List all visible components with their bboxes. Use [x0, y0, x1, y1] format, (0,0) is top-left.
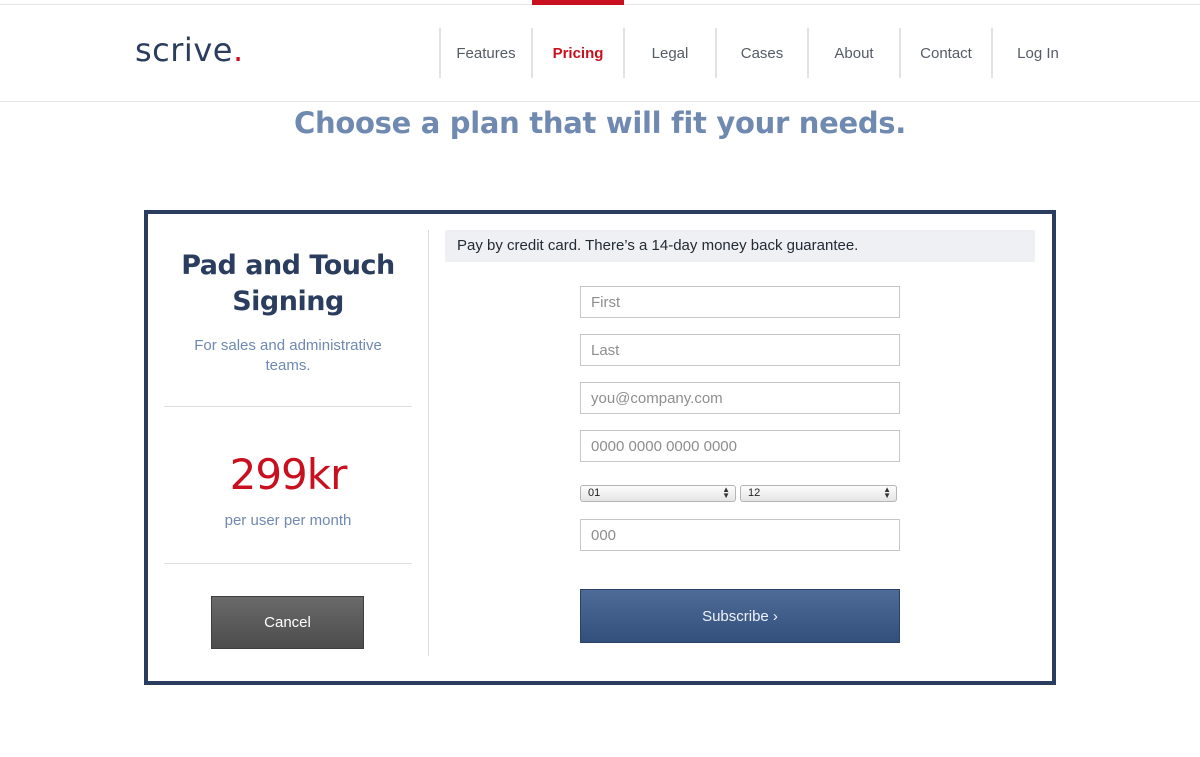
plan-signup-panel: Pad and Touch Signing For sales and admi… [144, 210, 1056, 685]
nav-item-about[interactable]: About [807, 28, 899, 78]
payment-notice: Pay by credit card. There’s a 14-day mon… [445, 230, 1035, 262]
expiry-year-value: 12 [748, 487, 761, 499]
select-arrows-icon: ▲ ▼ [883, 485, 891, 500]
plan-price-unit: per user per month [224, 512, 352, 529]
plan-divider-top [164, 406, 412, 407]
plan-title: Pad and Touch Signing [181, 250, 395, 317]
main-nav: Features Pricing Legal Cases About Conta… [439, 28, 1083, 78]
plan-divider-bottom [164, 563, 412, 564]
expiry-month-value: 01 [588, 487, 601, 499]
nav-item-cases[interactable]: Cases [715, 28, 807, 78]
expiry-month-select[interactable]: 01 ▲ ▼ [580, 485, 736, 502]
subscribe-button[interactable]: Subscribe › [580, 589, 900, 643]
panel-separator [428, 230, 429, 656]
select-arrows-icon: ▲ ▼ [722, 485, 730, 500]
cancel-button[interactable]: Cancel [211, 596, 364, 649]
plan-price: 299kr [229, 450, 348, 499]
logo-dot: . [232, 31, 244, 69]
nav-item-login[interactable]: Log In [991, 28, 1083, 78]
expiry-year-select[interactable]: 12 ▲ ▼ [740, 485, 897, 502]
nav-item-pricing[interactable]: Pricing [531, 28, 623, 78]
nav-item-features[interactable]: Features [439, 28, 531, 78]
plan-summary: Pad and Touch Signing For sales and admi… [164, 230, 412, 660]
scrive-logo[interactable]: scrive. [135, 30, 244, 70]
nav-item-legal[interactable]: Legal [623, 28, 715, 78]
nav-item-contact[interactable]: Contact [899, 28, 991, 78]
logo-text: scrive [135, 31, 233, 69]
page-headline: Choose a plan that will fit your needs. [294, 106, 906, 140]
plan-subtitle: For sales and administrative teams. [194, 337, 382, 374]
first-name-field[interactable] [580, 286, 900, 318]
last-name-field[interactable] [580, 334, 900, 366]
cvc-field[interactable] [580, 519, 900, 551]
card-number-field[interactable] [580, 430, 900, 462]
active-nav-indicator [532, 0, 624, 5]
email-field[interactable] [580, 382, 900, 414]
